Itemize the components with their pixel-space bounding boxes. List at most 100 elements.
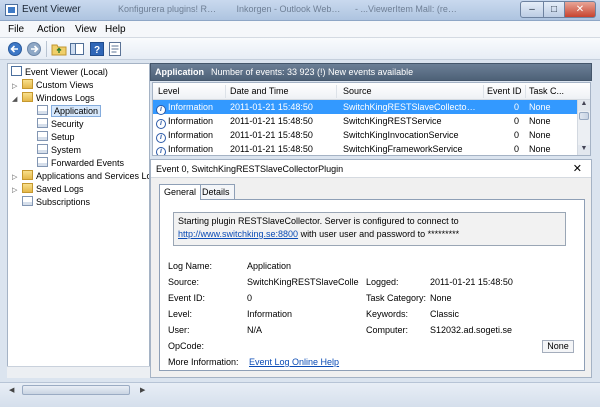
event-source: SwitchKingFrameworkService bbox=[343, 144, 463, 154]
properties-icon[interactable] bbox=[107, 41, 123, 57]
tree-item-label: Subscriptions bbox=[36, 197, 91, 207]
event-viewer-app-icon bbox=[5, 4, 18, 16]
console-tree[interactable]: Event Viewer (Local) ▷ Custom Views ◢ Wind… bbox=[7, 63, 150, 378]
tree-item-subscriptions[interactable]: Subscriptions bbox=[12, 196, 90, 209]
task-category-tooltip: None bbox=[542, 340, 574, 353]
column-source[interactable]: Source bbox=[343, 86, 372, 96]
close-window-button[interactable]: ✕ bbox=[564, 1, 596, 18]
table-row[interactable]: i Information 2011-01-21 15:48:50 SwitchK… bbox=[153, 100, 577, 115]
close-detail-icon[interactable]: ✕ bbox=[573, 162, 582, 175]
scroll-right-arrow-icon[interactable]: ▶ bbox=[140, 386, 145, 394]
column-header-row: Level Date and Time Source Event ID Task… bbox=[153, 83, 590, 100]
task-category-label: Task Category: bbox=[366, 293, 427, 303]
event-task-category: None bbox=[529, 130, 551, 140]
column-level[interactable]: Level bbox=[158, 86, 180, 96]
tree-item-label: Forwarded Events bbox=[51, 158, 125, 168]
opcode-label: OpCode: bbox=[168, 341, 205, 351]
tree-item-security[interactable]: Security bbox=[27, 118, 84, 131]
event-task-category: None bbox=[529, 144, 551, 154]
event-count-info: Number of events: 33 923 (!) New events … bbox=[211, 67, 414, 77]
logged-label: Logged: bbox=[366, 277, 399, 287]
tree-item-label: Custom Views bbox=[36, 80, 94, 90]
folder-icon bbox=[22, 183, 33, 193]
tab-general[interactable]: General bbox=[159, 184, 202, 200]
tree-item-label: Application bbox=[51, 105, 102, 117]
log-icon bbox=[37, 105, 48, 115]
event-source: SwitchKingInvocationService bbox=[343, 130, 459, 140]
background-window-title: Inkorgen - Outlook Web Access Light... bbox=[236, 4, 341, 14]
tree-item-custom-views[interactable]: ▷ Custom Views bbox=[12, 79, 93, 92]
event-viewer-icon bbox=[11, 66, 22, 76]
event-task-category: None bbox=[529, 116, 551, 126]
table-row[interactable]: i Information 2011-01-21 15:48:50 SwitchK… bbox=[153, 128, 577, 143]
event-id: 0 bbox=[513, 116, 519, 126]
event-level: Information bbox=[168, 102, 214, 112]
tree-item-saved-logs[interactable]: ▷ Saved Logs bbox=[12, 183, 84, 196]
scroll-up-arrow-icon[interactable]: ▲ bbox=[578, 100, 590, 111]
tree-item-windows-logs[interactable]: ◢ Windows Logs bbox=[12, 92, 95, 105]
menu-action[interactable]: Action bbox=[37, 24, 65, 35]
tree-item-forwarded-events[interactable]: Forwarded Events bbox=[27, 157, 124, 170]
level-value: Information bbox=[247, 309, 293, 319]
console-tree-icon[interactable] bbox=[69, 41, 85, 57]
event-log-online-help-link[interactable]: Event Log Online Help bbox=[249, 357, 369, 367]
general-tab-content: Starting plugin RESTSlaveCollector. Serv… bbox=[159, 199, 585, 371]
log-name-value: Application bbox=[247, 261, 292, 271]
back-arrow-icon[interactable] bbox=[7, 41, 23, 57]
horizontal-scrollbar-thumb[interactable] bbox=[22, 385, 130, 395]
scroll-down-arrow-icon[interactable]: ▼ bbox=[578, 145, 590, 155]
background-window-title: Konfigurera plugins! REST Versio... bbox=[118, 4, 222, 14]
column-task-category[interactable]: Task C... bbox=[529, 86, 564, 96]
event-datetime: 2011-01-21 15:48:50 bbox=[230, 144, 313, 154]
scroll-left-arrow-icon[interactable]: ◀ bbox=[9, 386, 14, 394]
tree-horizontal-scrollbar[interactable] bbox=[7, 366, 150, 378]
menu-help[interactable]: Help bbox=[105, 24, 126, 35]
message-link[interactable]: http://www.switchking.se:8800 bbox=[178, 229, 298, 239]
tree-item-application[interactable]: Application bbox=[27, 105, 102, 118]
event-source: SwitchKingRESTService bbox=[343, 116, 442, 126]
up-folder-icon[interactable] bbox=[51, 41, 67, 57]
minimize-button[interactable]: – bbox=[520, 1, 544, 18]
menu-file[interactable]: File bbox=[8, 24, 24, 35]
keywords-label: Keywords: bbox=[366, 309, 409, 319]
tree-item-root[interactable]: Event Viewer (Local) bbox=[11, 66, 108, 79]
help-icon[interactable]: ? bbox=[89, 41, 105, 57]
column-date-time[interactable]: Date and Time bbox=[230, 86, 289, 96]
menu-bar: File Action View Help bbox=[0, 21, 600, 38]
scrollbar-thumb[interactable] bbox=[579, 112, 589, 120]
background-windows: Konfigurera plugins! REST Versio... Inko… bbox=[118, 4, 471, 16]
detail-header: Event 0, SwitchKingRESTSlaveCollectorPlu… bbox=[151, 160, 591, 178]
task-category-value: None bbox=[430, 293, 452, 303]
event-list-scrollbar[interactable]: ▲ ▼ bbox=[577, 100, 590, 155]
user-value: N/A bbox=[247, 325, 263, 335]
table-row[interactable]: i Information 2011-01-21 15:48:50 SwitchK… bbox=[153, 114, 577, 129]
keywords-value: Classic bbox=[430, 309, 460, 319]
tree-item-system[interactable]: System bbox=[27, 144, 81, 157]
event-id-label: Event ID: bbox=[168, 293, 206, 303]
tree-item-label: Event Viewer (Local) bbox=[25, 67, 108, 77]
forward-arrow-icon[interactable] bbox=[26, 41, 42, 57]
tab-details[interactable]: Details bbox=[197, 184, 235, 199]
column-event-id[interactable]: Event ID bbox=[487, 86, 522, 96]
maximize-button[interactable]: □ bbox=[543, 1, 565, 18]
tree-item-label: Applications and Services Logs bbox=[36, 171, 150, 181]
event-list[interactable]: Level Date and Time Source Event ID Task… bbox=[152, 82, 591, 156]
event-message[interactable]: Starting plugin RESTSlaveCollector. Serv… bbox=[173, 212, 566, 246]
tree-item-setup[interactable]: Setup bbox=[27, 131, 75, 144]
log-name-label: Log Name: bbox=[168, 261, 213, 271]
folder-icon bbox=[22, 79, 33, 89]
more-info-label: More Information: bbox=[168, 357, 239, 367]
table-row[interactable]: i Information 2011-01-21 15:48:50 SwitchK… bbox=[153, 142, 577, 155]
tree-item-apps-services[interactable]: ▷ Applications and Services Logs bbox=[12, 170, 150, 183]
source-value: SwitchKingRESTSlaveCollect bbox=[247, 277, 359, 287]
log-icon bbox=[37, 157, 48, 167]
event-datetime: 2011-01-21 15:48:50 bbox=[230, 102, 313, 112]
event-datetime: 2011-01-21 15:48:50 bbox=[230, 116, 313, 126]
subscriptions-icon bbox=[22, 196, 33, 206]
folder-icon bbox=[22, 92, 33, 102]
event-datetime: 2011-01-21 15:48:50 bbox=[230, 130, 313, 140]
logged-value: 2011-01-21 15:48:50 bbox=[430, 277, 513, 287]
menu-view[interactable]: View bbox=[75, 24, 97, 35]
log-icon bbox=[37, 118, 48, 128]
collapse-arrow-icon[interactable]: ◢ bbox=[12, 93, 20, 106]
